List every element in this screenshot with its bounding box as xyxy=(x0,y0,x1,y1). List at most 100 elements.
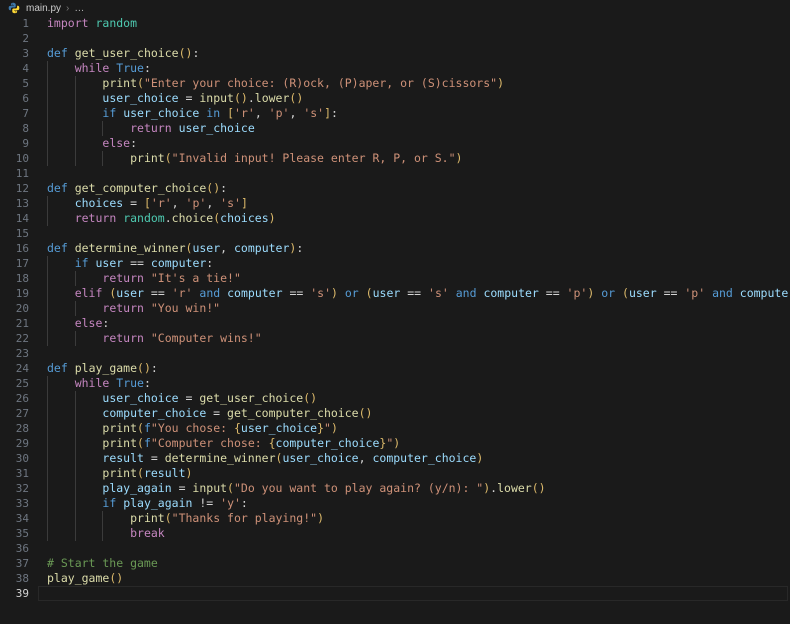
code-line-content[interactable]: play_game() xyxy=(38,571,790,586)
code-line[interactable]: 18 return "It's a tie!" xyxy=(0,271,790,286)
code-line[interactable]: 7 if user_choice in ['r', 'p', 's']: xyxy=(0,106,790,121)
code-line[interactable]: 28 print(f"You chose: {user_choice}") xyxy=(0,421,790,436)
code-line-content[interactable]: user_choice = input().lower() xyxy=(38,91,790,106)
code-line-content[interactable] xyxy=(38,31,790,46)
code-line-content[interactable]: else: xyxy=(38,136,790,151)
line-number[interactable]: 19 xyxy=(0,286,38,301)
code-line[interactable]: 30 result = determine_winner(user_choice… xyxy=(0,451,790,466)
code-line[interactable]: 12 def get_computer_choice(): xyxy=(0,181,790,196)
code-line-content[interactable]: print("Invalid input! Please enter R, P,… xyxy=(38,151,790,166)
code-line[interactable]: 38 play_game() xyxy=(0,571,790,586)
line-number[interactable]: 12 xyxy=(0,181,38,196)
line-number[interactable]: 9 xyxy=(0,136,38,151)
code-line-content[interactable] xyxy=(38,226,790,241)
code-editor[interactable]: 1 import random 2 3 def get_user_choice(): 4 … xyxy=(0,16,790,624)
line-number[interactable]: 11 xyxy=(0,166,38,181)
line-number[interactable]: 13 xyxy=(0,196,38,211)
line-number[interactable]: 30 xyxy=(0,451,38,466)
code-line-content[interactable]: def determine_winner(user, computer): xyxy=(38,241,790,256)
line-number[interactable]: 34 xyxy=(0,511,38,526)
line-number[interactable]: 16 xyxy=(0,241,38,256)
line-number[interactable]: 5 xyxy=(0,76,38,91)
code-line-content[interactable]: def get_user_choice(): xyxy=(38,46,790,61)
line-number[interactable]: 22 xyxy=(0,331,38,346)
code-line-content[interactable]: result = determine_winner(user_choice, c… xyxy=(38,451,790,466)
breadcrumb-file[interactable]: main.py xyxy=(25,3,62,14)
line-number[interactable]: 14 xyxy=(0,211,38,226)
line-number[interactable]: 7 xyxy=(0,106,38,121)
line-number[interactable]: 2 xyxy=(0,31,38,46)
code-line[interactable]: 22 return "Computer wins!" xyxy=(0,331,790,346)
code-line[interactable]: 26 user_choice = get_user_choice() xyxy=(0,391,790,406)
code-line-content[interactable] xyxy=(38,586,790,601)
code-line-content[interactable]: print(result) xyxy=(38,466,790,481)
line-number[interactable]: 29 xyxy=(0,436,38,451)
code-line[interactable]: 25 while True: xyxy=(0,376,790,391)
code-line-content[interactable]: return "You win!" xyxy=(38,301,790,316)
line-number[interactable]: 15 xyxy=(0,226,38,241)
code-line-content[interactable]: print(f"You chose: {user_choice}") xyxy=(38,421,790,436)
line-number[interactable]: 28 xyxy=(0,421,38,436)
breadcrumb-more[interactable]: … xyxy=(73,3,86,14)
code-line-content[interactable]: break xyxy=(38,526,790,541)
code-line[interactable]: 31 print(result) xyxy=(0,466,790,481)
code-line[interactable]: 3 def get_user_choice(): xyxy=(0,46,790,61)
code-line[interactable]: 14 return random.choice(choices) xyxy=(0,211,790,226)
code-line[interactable]: 37 # Start the game xyxy=(0,556,790,571)
code-line[interactable]: 21 else: xyxy=(0,316,790,331)
line-number[interactable]: 21 xyxy=(0,316,38,331)
line-number[interactable]: 33 xyxy=(0,496,38,511)
code-line-content[interactable]: computer_choice = get_computer_choice() xyxy=(38,406,790,421)
code-line-content[interactable]: if user_choice in ['r', 'p', 's']: xyxy=(38,106,790,121)
code-line-content[interactable]: play_again = input("Do you want to play … xyxy=(38,481,790,496)
code-line[interactable]: 33 if play_again != 'y': xyxy=(0,496,790,511)
code-line[interactable]: 8 return user_choice xyxy=(0,121,790,136)
code-line[interactable]: 17 if user == computer: xyxy=(0,256,790,271)
code-line-content[interactable]: while True: xyxy=(38,376,790,391)
code-line-content[interactable]: def get_computer_choice(): xyxy=(38,181,790,196)
line-number[interactable]: 20 xyxy=(0,301,38,316)
line-number[interactable]: 24 xyxy=(0,361,38,376)
code-line[interactable]: 20 return "You win!" xyxy=(0,301,790,316)
line-number[interactable]: 25 xyxy=(0,376,38,391)
code-line-content[interactable]: else: xyxy=(38,316,790,331)
line-number[interactable]: 39 xyxy=(0,586,38,601)
line-number[interactable]: 17 xyxy=(0,256,38,271)
code-line[interactable]: 15 xyxy=(0,226,790,241)
line-number[interactable]: 1 xyxy=(0,16,38,31)
code-line[interactable]: 5 print("Enter your choice: (R)ock, (P)a… xyxy=(0,76,790,91)
code-line-content[interactable]: import random xyxy=(38,16,790,31)
code-lines[interactable]: 1 import random 2 3 def get_user_choice(): 4 … xyxy=(0,16,790,601)
code-line[interactable]: 6 user_choice = input().lower() xyxy=(0,91,790,106)
line-number[interactable]: 35 xyxy=(0,526,38,541)
line-number[interactable]: 26 xyxy=(0,391,38,406)
code-line[interactable]: 34 print("Thanks for playing!") xyxy=(0,511,790,526)
code-line-content[interactable]: return "Computer wins!" xyxy=(38,331,790,346)
code-line[interactable]: 11 xyxy=(0,166,790,181)
code-line-content[interactable] xyxy=(38,346,790,361)
code-line-content[interactable]: def play_game(): xyxy=(38,361,790,376)
code-line[interactable]: 27 computer_choice = get_computer_choice… xyxy=(0,406,790,421)
line-number[interactable]: 38 xyxy=(0,571,38,586)
code-line-content[interactable]: choices = ['r', 'p', 's'] xyxy=(38,196,790,211)
code-line-content[interactable]: print(f"Computer chose: {computer_choice… xyxy=(38,436,790,451)
code-line-content[interactable]: elif (user == 'r' and computer == 's') o… xyxy=(38,286,790,301)
code-line-content[interactable] xyxy=(38,541,790,556)
code-line[interactable]: 19 elif (user == 'r' and computer == 's'… xyxy=(0,286,790,301)
code-line-content[interactable]: print("Enter your choice: (R)ock, (P)ape… xyxy=(38,76,790,91)
line-number[interactable]: 36 xyxy=(0,541,38,556)
line-number[interactable]: 27 xyxy=(0,406,38,421)
code-line-content[interactable] xyxy=(38,166,790,181)
code-line[interactable]: 39 xyxy=(0,586,790,601)
code-line-content[interactable]: return random.choice(choices) xyxy=(38,211,790,226)
line-number[interactable]: 6 xyxy=(0,91,38,106)
code-line-content[interactable]: # Start the game xyxy=(38,556,790,571)
code-line[interactable]: 29 print(f"Computer chose: {computer_cho… xyxy=(0,436,790,451)
line-number[interactable]: 23 xyxy=(0,346,38,361)
code-line[interactable]: 2 xyxy=(0,31,790,46)
code-line-content[interactable]: if user == computer: xyxy=(38,256,790,271)
line-number[interactable]: 32 xyxy=(0,481,38,496)
line-number[interactable]: 18 xyxy=(0,271,38,286)
code-line[interactable]: 1 import random xyxy=(0,16,790,31)
line-number[interactable]: 37 xyxy=(0,556,38,571)
